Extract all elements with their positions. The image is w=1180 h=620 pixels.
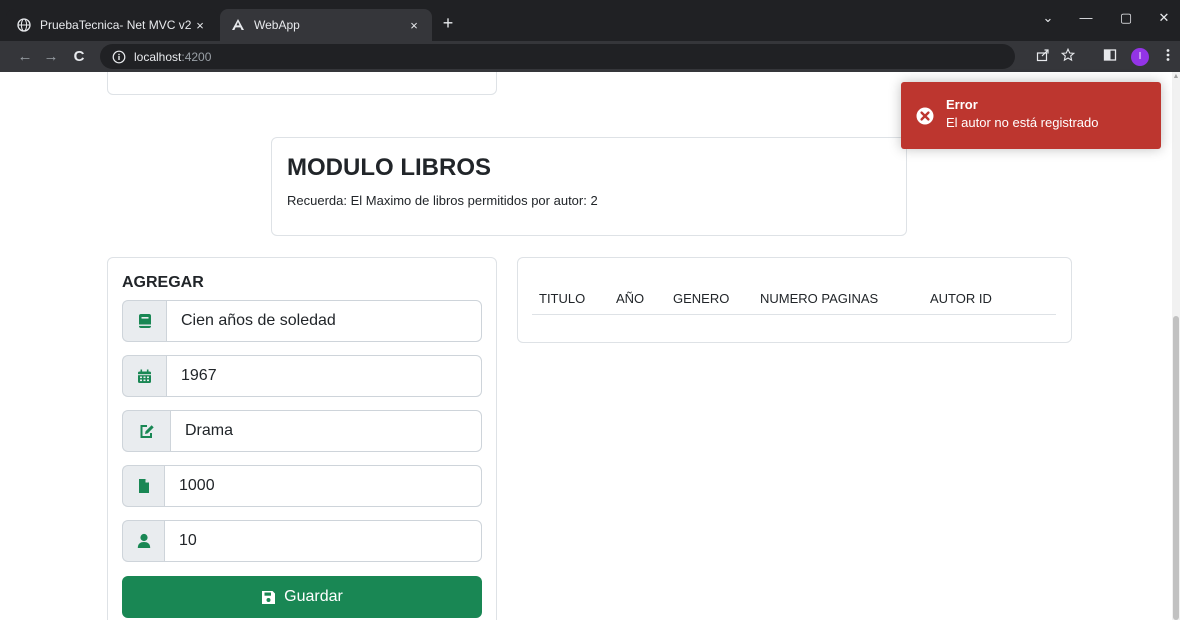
tab-title: WebApp <box>254 18 300 32</box>
page-viewport: MODULO LIBROS Recuerda: El Maximo de lib… <box>0 72 1172 620</box>
browser-tab-bar: PruebaTecnica- Net MVC v2.pdf × WebApp ×… <box>0 0 1180 41</box>
browser-tab-webapp[interactable]: WebApp × <box>220 9 432 41</box>
tab-close-icon[interactable]: × <box>192 18 208 33</box>
genero-input[interactable]: Drama <box>170 410 482 452</box>
genero-input-group: Drama <box>122 410 482 452</box>
column-header-paginas: NUMERO PAGINAS <box>760 291 879 306</box>
close-window-button[interactable]: ✕ <box>1152 10 1176 26</box>
modulo-card: MODULO LIBROS Recuerda: El Maximo de lib… <box>271 137 907 236</box>
save-button-label: Guardar <box>284 588 343 605</box>
previous-card <box>107 72 497 95</box>
page-title: MODULO LIBROS <box>287 154 491 181</box>
forward-button[interactable]: → <box>40 46 62 68</box>
table-header: TITULO AÑO GENERO NUMERO PAGINAS AUTOR I… <box>532 288 1056 315</box>
pen-icon <box>122 410 170 452</box>
column-header-titulo: TITULO <box>539 291 586 306</box>
toast-title: Error <box>946 97 978 112</box>
share-icon[interactable] <box>1033 47 1053 67</box>
profile-avatar[interactable]: I <box>1131 48 1149 66</box>
autor-input[interactable]: 10 <box>164 520 482 562</box>
form-title: AGREGAR <box>122 274 204 291</box>
page-note: Recuerda: El Maximo de libros permitidos… <box>287 193 598 208</box>
autor-input-group: 10 <box>122 520 482 562</box>
tab-search-icon[interactable]: ⌄ <box>1036 10 1060 26</box>
column-header-autor-id: AUTOR ID <box>930 291 992 306</box>
error-toast[interactable]: Error El autor no está registrado <box>901 82 1161 149</box>
scroll-up-icon[interactable]: ▲ <box>1172 72 1180 82</box>
floppy-icon <box>262 590 276 604</box>
kebab-menu-icon[interactable] <box>1158 47 1178 67</box>
angular-icon <box>230 17 246 33</box>
titulo-input-group: Cien años de soledad <box>122 300 482 342</box>
browser-tab-pdf[interactable]: PruebaTecnica- Net MVC v2.pdf × <box>6 9 218 41</box>
save-button[interactable]: Guardar <box>122 576 482 618</box>
minimize-button[interactable]: — <box>1074 10 1098 25</box>
address-host: localhost <box>134 49 182 64</box>
book-icon <box>122 300 166 342</box>
paginas-input-group: 1000 <box>122 465 482 507</box>
side-panel-icon[interactable] <box>1100 47 1120 67</box>
error-circle-icon <box>916 107 934 125</box>
browser-toolbar: ← → C localhost:4200 <box>0 41 1180 73</box>
info-icon[interactable] <box>112 50 126 64</box>
page-scrollbar[interactable]: ▲ <box>1172 72 1180 620</box>
new-tab-button[interactable]: + <box>438 13 458 33</box>
column-header-anio: AÑO <box>616 291 645 306</box>
books-table: TITULO AÑO GENERO NUMERO PAGINAS AUTOR I… <box>517 257 1072 343</box>
scrollbar-thumb[interactable] <box>1173 316 1179 620</box>
user-icon <box>122 520 164 562</box>
address-port: :4200 <box>181 49 212 64</box>
anio-input[interactable]: 1967 <box>166 355 482 397</box>
tab-title: PruebaTecnica- Net MVC v2.pdf <box>40 18 192 32</box>
globe-icon <box>16 17 32 33</box>
bookmark-star-icon[interactable] <box>1058 47 1078 67</box>
titulo-input[interactable]: Cien años de soledad <box>166 300 482 342</box>
restore-button[interactable]: ▢ <box>1114 10 1138 26</box>
back-button[interactable]: ← <box>14 46 36 68</box>
add-book-form: AGREGAR Cien años de soledad 1967 Drama … <box>107 257 497 620</box>
file-icon <box>122 465 164 507</box>
tab-close-icon[interactable]: × <box>406 18 422 33</box>
column-header-genero: GENERO <box>673 291 730 306</box>
reload-button[interactable]: C <box>68 46 90 68</box>
address-bar[interactable]: localhost:4200 <box>100 44 1015 69</box>
paginas-input[interactable]: 1000 <box>164 465 482 507</box>
toast-message: El autor no está registrado <box>946 115 1099 130</box>
calendar-icon <box>122 355 166 397</box>
anio-input-group: 1967 <box>122 355 482 397</box>
